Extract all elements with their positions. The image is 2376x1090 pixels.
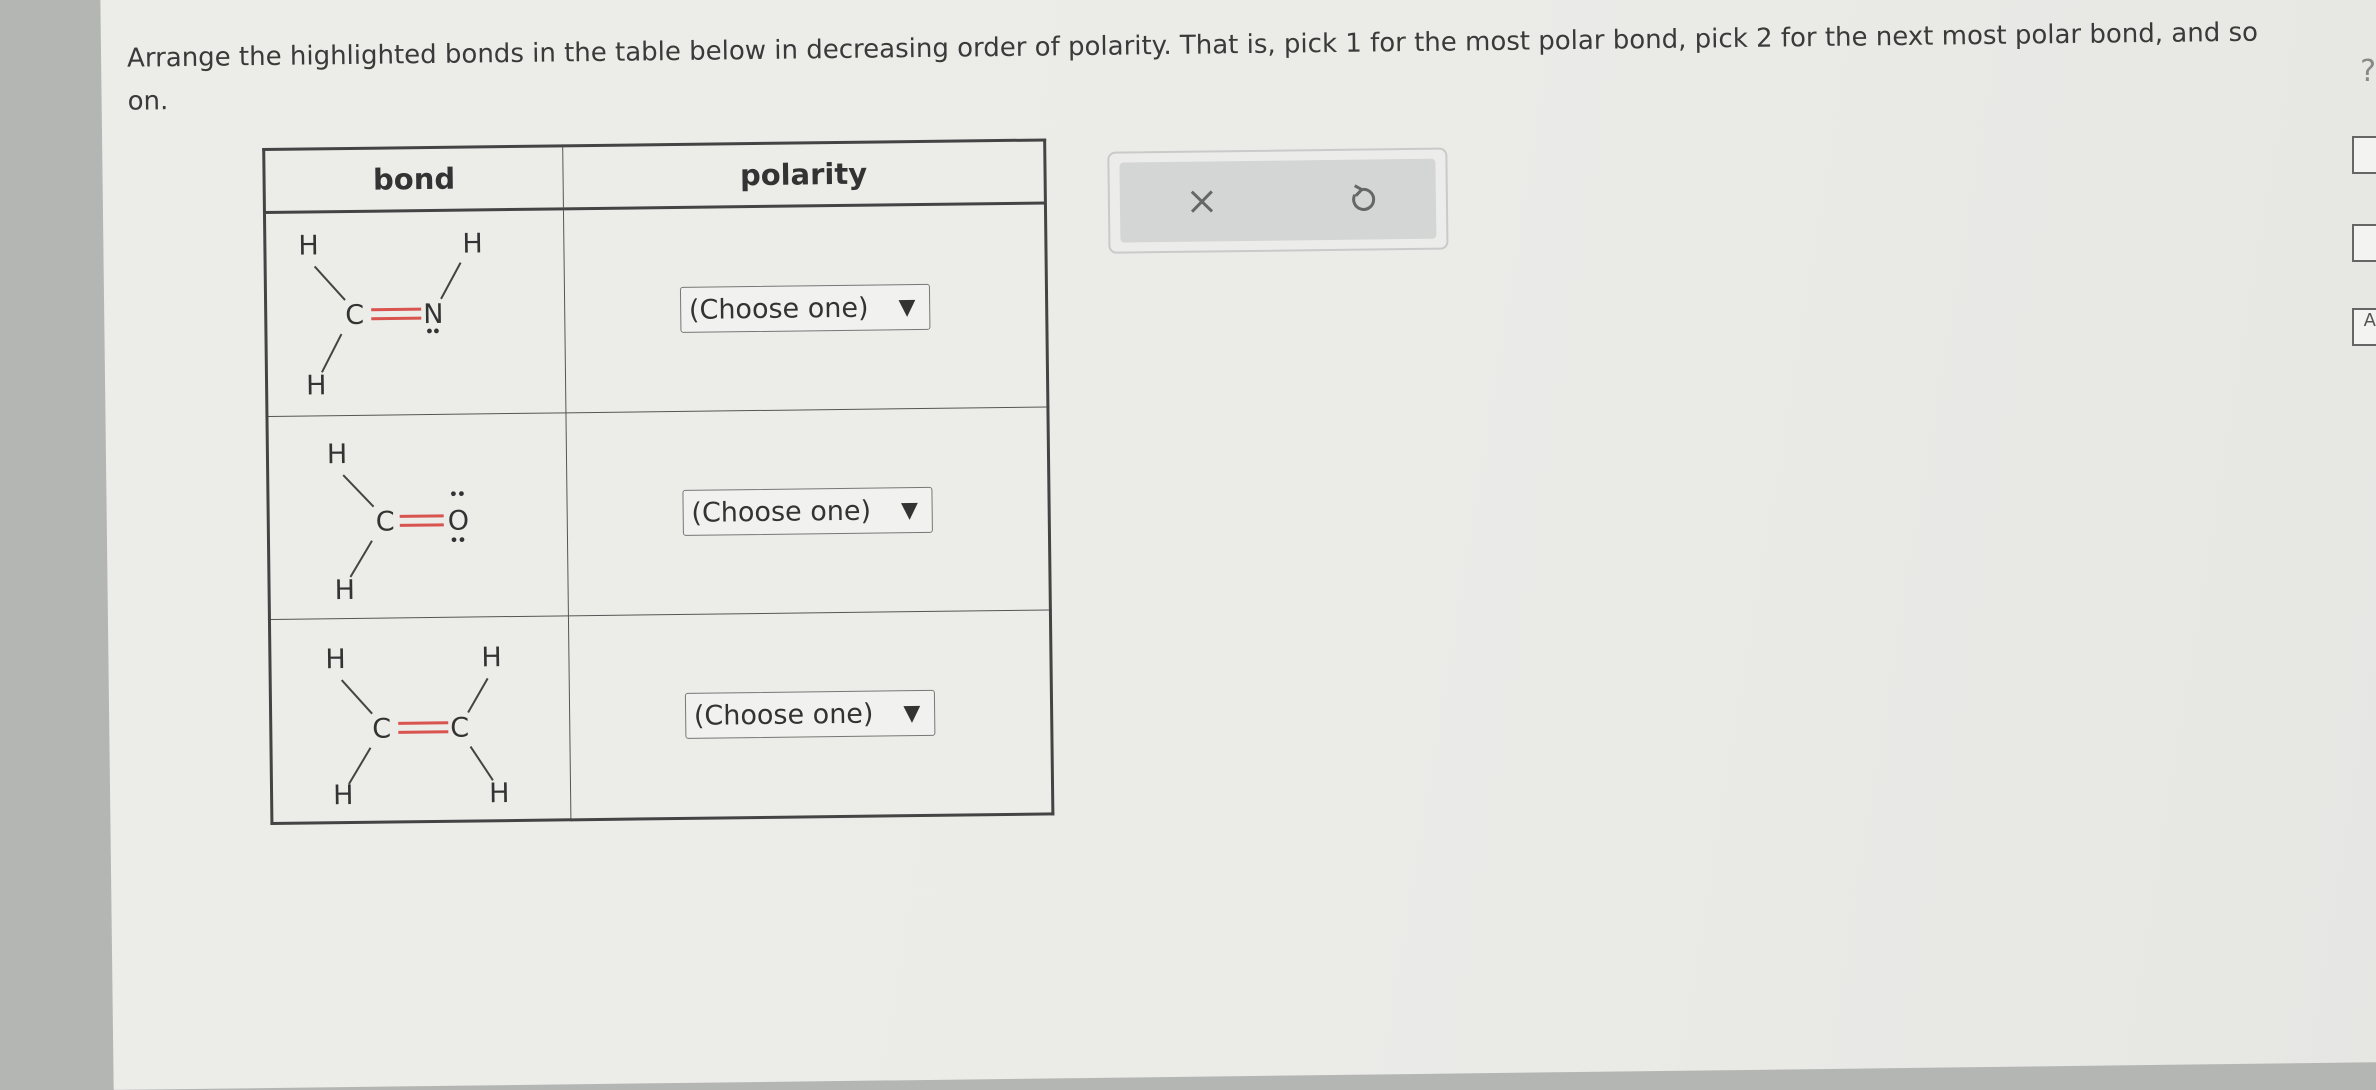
atom-c: C	[372, 714, 391, 745]
atom-c: C	[376, 506, 395, 537]
question-page: Arrange the highlighted bonds in the tab…	[100, 0, 2376, 1090]
highlighted-double-bond	[399, 514, 444, 518]
periodic-table-icon[interactable]: A	[2352, 308, 2376, 346]
select-value: (Choose one)	[691, 495, 872, 529]
polarity-cell: (Choose one) ▼	[563, 202, 1048, 413]
lone-pair	[451, 491, 456, 497]
polarity-select-cc[interactable]: (Choose one) ▼	[684, 689, 936, 739]
atom-h: H	[481, 642, 502, 673]
close-icon	[1190, 190, 1214, 213]
question-prompt: Arrange the highlighted bonds in the tab…	[126, 17, 2259, 117]
polarity-column-header: polarity	[562, 139, 1046, 209]
atom-c: C	[345, 300, 364, 331]
dropdown-arrow-icon: ▼	[898, 294, 916, 320]
atom-h: H	[333, 780, 354, 811]
table-row: H H H H C C (Choose one) ▼	[269, 609, 1053, 824]
undo-button[interactable]	[1342, 179, 1382, 219]
polarity-cell: (Choose one) ▼	[565, 406, 1051, 616]
actions-bar	[1119, 158, 1437, 243]
bond-cell-co: H H C O	[266, 412, 569, 620]
atom-h: H	[325, 644, 346, 675]
chart-icon[interactable]	[2352, 224, 2376, 262]
lone-pair	[451, 537, 457, 543]
periodic-table-letter: A	[2363, 310, 2376, 331]
calculator-icon[interactable]	[2352, 136, 2376, 174]
atom-h: H	[298, 230, 319, 261]
clear-button[interactable]	[1182, 181, 1222, 221]
atom-n: N	[423, 299, 444, 330]
atom-h: H	[489, 778, 510, 809]
select-value: (Choose one)	[693, 698, 874, 732]
undo-icon	[1352, 184, 1376, 211]
dropdown-arrow-icon: ▼	[900, 497, 919, 523]
atom-c: C	[450, 713, 469, 744]
atom-h: H	[306, 370, 327, 401]
ethene-structure: H H H H C C	[325, 642, 510, 811]
table-row: H H H C N (Choose one) ▼	[264, 202, 1048, 417]
atom-h: H	[462, 228, 483, 259]
select-value: (Choose one)	[688, 292, 869, 326]
table-header-row: bond polarity	[263, 139, 1046, 213]
table-row: H H C O (Choose one) ▼	[266, 406, 1051, 620]
atom-h: H	[334, 575, 355, 606]
bond-cell-cc: H H H H C C	[269, 615, 571, 824]
dropdown-arrow-icon: ▼	[903, 700, 921, 726]
bond-polarity-table: bond polarity H H H C N (Choose one) ▼ H…	[262, 138, 1055, 825]
help-icon[interactable]: ?	[2360, 54, 2376, 89]
polarity-cell: (Choose one) ▼	[568, 609, 1053, 820]
atom-o: O	[448, 506, 470, 537]
atom-h: H	[327, 439, 348, 470]
formaldehyde-structure: H H C O	[327, 439, 470, 606]
highlighted-double-bond	[398, 721, 449, 725]
bond-column-header: bond	[263, 145, 564, 213]
polarity-select-cn[interactable]: (Choose one) ▼	[679, 283, 931, 333]
methanimine-structure: H H H C N	[298, 228, 483, 401]
bond-cell-cn: H H H C N	[264, 208, 566, 417]
polarity-select-co[interactable]: (Choose one) ▼	[682, 486, 934, 536]
answer-actions-panel	[1107, 147, 1449, 254]
highlighted-double-bond	[371, 307, 422, 312]
